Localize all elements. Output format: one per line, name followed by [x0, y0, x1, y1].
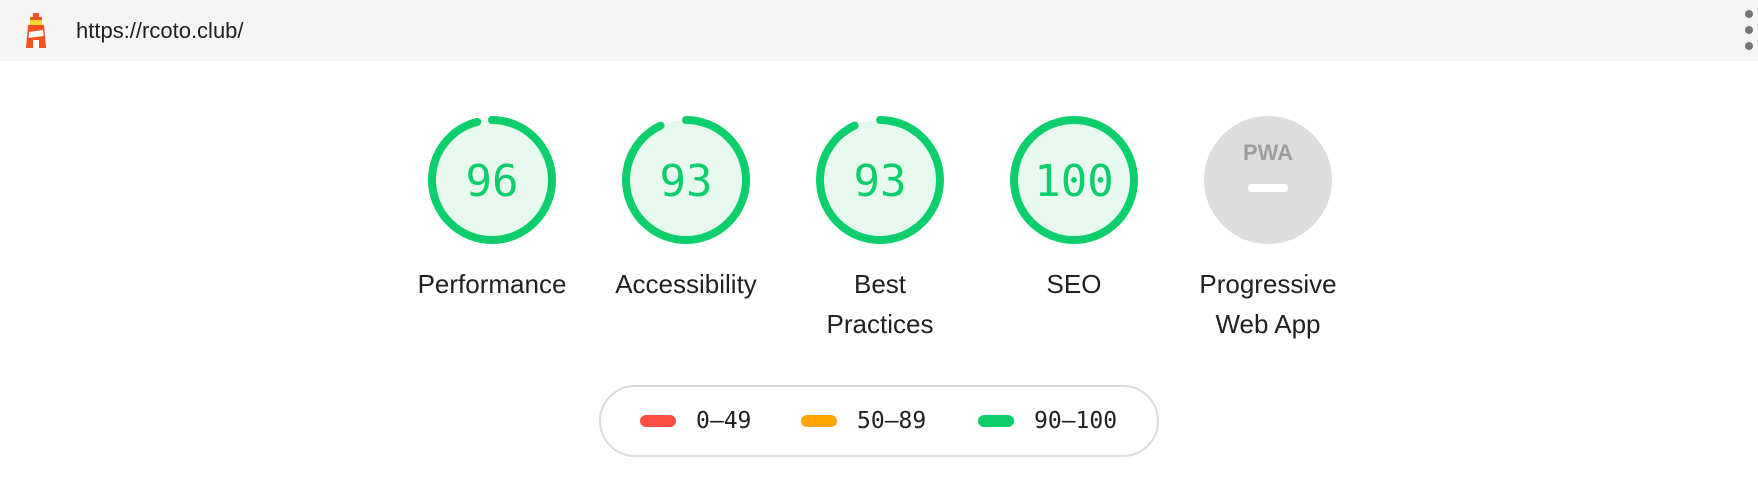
report-topbar: https://rcoto.club/ [0, 0, 1758, 61]
gauge-accessibility-score: 93 [660, 156, 713, 207]
gauge-accessibility-ring: 93 [622, 116, 750, 244]
legend-swatch-pass [978, 415, 1014, 427]
legend-swatch-average [801, 415, 837, 427]
gauge-performance-ring: 96 [428, 116, 556, 244]
legend-item-average: 50–89 [801, 387, 926, 455]
gauge-best-practices[interactable]: 93 Best Practices [795, 112, 965, 344]
gauge-seo[interactable]: 100 SEO [989, 112, 1159, 304]
legend-item-fail: 0–49 [640, 387, 751, 455]
gauge-best-practices-score: 93 [854, 156, 907, 207]
pwa-badge-icon: PWA [1204, 116, 1332, 244]
legend-range-pass: 90–100 [1034, 408, 1118, 434]
lighthouse-icon [22, 12, 50, 50]
gauge-seo-label: SEO [1046, 269, 1102, 299]
gauge-seo-score: 100 [1034, 156, 1113, 207]
gauge-pwa-label: Progressive Web App [1199, 269, 1337, 339]
gauge-best-practices-label: Best Practices [826, 269, 934, 339]
pwa-badge-text: PWA [1243, 140, 1293, 165]
gauge-accessibility[interactable]: 93 Accessibility [601, 112, 771, 304]
page-url[interactable]: https://rcoto.club/ [76, 18, 244, 44]
gauge-accessibility-label: Accessibility [615, 269, 757, 299]
gauge-pwa[interactable]: PWA Progressive Web App [1183, 112, 1353, 344]
more-vertical-icon[interactable] [1742, 10, 1756, 50]
gauge-best-practices-ring: 93 [816, 116, 944, 244]
gauge-performance-label: Performance [417, 269, 567, 299]
gauge-performance-score: 96 [466, 156, 519, 207]
legend-range-average: 50–89 [857, 408, 927, 434]
legend-range-fail: 0–49 [696, 408, 752, 434]
legend-swatch-fail [640, 415, 676, 427]
gauge-performance[interactable]: 96 Performance [407, 112, 577, 304]
legend-item-pass: 90–100 [978, 387, 1117, 455]
score-scale-legend: 0–49 50–89 90–100 [599, 385, 1159, 457]
gauge-seo-ring: 100 [1010, 116, 1138, 244]
